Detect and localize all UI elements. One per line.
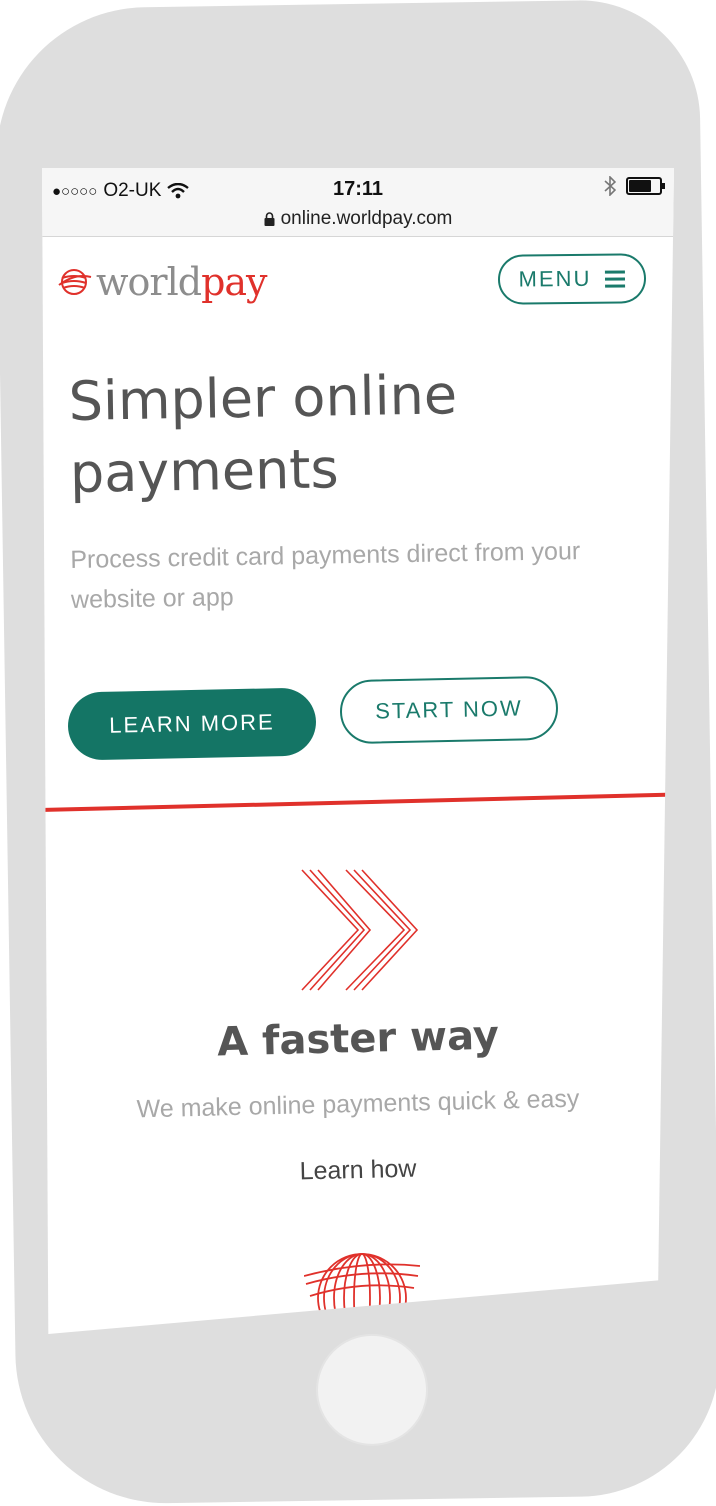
home-button[interactable]	[315, 1332, 429, 1447]
globe-logo-icon	[58, 269, 92, 295]
learn-more-button[interactable]: LEARN MORE	[67, 687, 317, 761]
menu-button[interactable]: MENU	[497, 253, 647, 305]
bluetooth-icon	[604, 176, 616, 196]
menu-icon	[605, 269, 626, 288]
double-chevron-icon	[301, 869, 419, 991]
battery-icon	[626, 177, 665, 195]
start-now-button[interactable]: START NOW	[339, 675, 559, 745]
phone-screen: ●○○○○ O2-UK 17:11 online.worldpay.com wo…	[42, 168, 674, 1334]
section-divider	[42, 792, 674, 812]
logo-wordmark: worldpay	[96, 260, 268, 304]
status-icons	[604, 176, 665, 196]
clock: 17:11	[332, 178, 384, 200]
address-bar[interactable]: online.worldpay.com	[42, 208, 674, 230]
lock-icon	[264, 212, 275, 226]
hero-subtitle: Process credit card payments direct from…	[70, 537, 581, 614]
logo-pay: pay	[201, 260, 267, 304]
status-bar: ●○○○○ O2-UK 17:11 online.worldpay.com	[42, 168, 674, 237]
battery-level	[629, 180, 652, 192]
logo-world: world	[96, 260, 202, 304]
url-text: online.worldpay.com	[280, 208, 453, 229]
feature-subtitle: We make online payments quick & easy	[136, 1084, 580, 1124]
page-title: Simpler online payments	[68, 363, 458, 505]
feature-title: A faster way	[216, 1012, 500, 1066]
menu-label: MENU	[518, 265, 592, 292]
worldpay-logo[interactable]: worldpay	[58, 260, 268, 304]
learn-how-link[interactable]: Learn how	[42, 1148, 674, 1192]
